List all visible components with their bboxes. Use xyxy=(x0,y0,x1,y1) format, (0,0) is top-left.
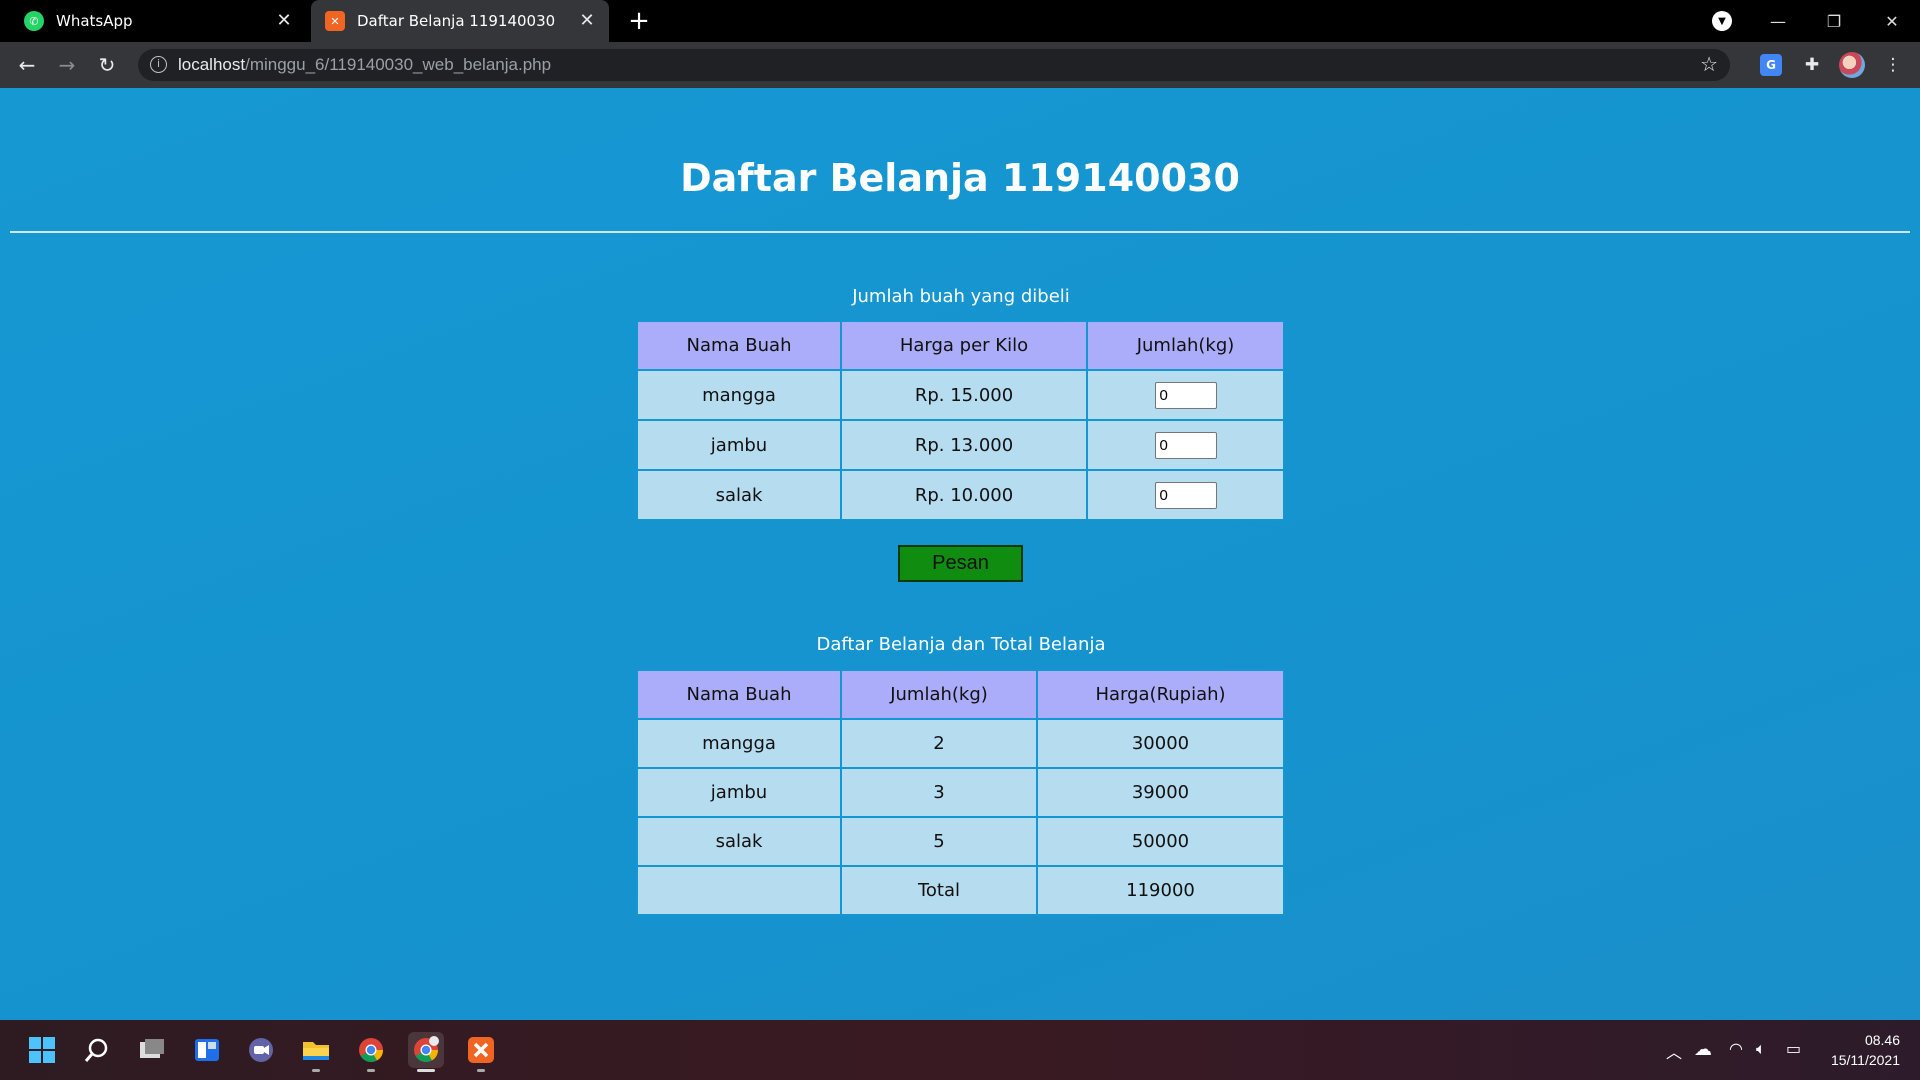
column-header: Harga(Rupiah) xyxy=(1038,671,1283,718)
avatar[interactable] xyxy=(1839,52,1865,78)
qty-input-jambu[interactable] xyxy=(1154,431,1217,459)
total-value: 119000 xyxy=(1038,867,1283,914)
fruit-name: salak xyxy=(638,471,840,519)
running-indicator xyxy=(312,1069,320,1072)
forward-button[interactable]: → xyxy=(53,51,81,79)
table-row: salak 5 50000 xyxy=(638,818,1283,865)
qty-input-salak[interactable] xyxy=(1154,481,1217,509)
wifi-icon[interactable]: ◠ xyxy=(1729,1039,1743,1058)
battery-icon[interactable]: ▭ xyxy=(1786,1039,1801,1058)
summary-caption: Daftar Belanja dan Total Belanja xyxy=(816,634,1106,655)
form-caption: Jumlah buah yang dibeli xyxy=(852,286,1070,307)
file-explorer-icon[interactable] xyxy=(298,1032,334,1072)
page-title: Daftar Belanja 119140030 xyxy=(680,156,1240,200)
teams-chat-icon[interactable] xyxy=(243,1032,279,1068)
minimize-button[interactable]: — xyxy=(1750,0,1806,42)
taskbar: ︿ ☁ ◠ 🔈︎ ▭ 08.46 15/11/2021 xyxy=(0,1020,1920,1080)
extensions-icon[interactable]: ✚ xyxy=(1799,52,1825,78)
total-row: Total 119000 xyxy=(638,867,1283,914)
time: 08.46 xyxy=(1864,1032,1900,1048)
total-label: Total xyxy=(842,867,1036,914)
table-row: jambu Rp. 13.000 xyxy=(638,421,1283,469)
tab-search-icon[interactable]: ▼ xyxy=(1712,11,1732,31)
price-per-kilo: Rp. 10.000 xyxy=(842,471,1086,519)
summary-table: Nama Buah Jumlah(kg) Harga(Rupiah) mangg… xyxy=(636,669,1285,916)
table-row: mangga 2 30000 xyxy=(638,720,1283,767)
column-header: Nama Buah xyxy=(638,322,840,369)
volume-icon[interactable]: 🔈︎ xyxy=(1756,1039,1766,1059)
whatsapp-icon: ✆ xyxy=(24,11,44,31)
price-value: 39000 xyxy=(1038,769,1283,816)
order-form-table: Nama Buah Harga per Kilo Jumlah(kg) mang… xyxy=(636,320,1285,521)
tab-daftar-belanja[interactable]: ✕ Daftar Belanja 119140030 ✕ xyxy=(311,0,609,42)
browser-toolbar: ← → ↻ i localhost/minggu_6/119140030_web… xyxy=(0,42,1920,88)
qty-value: 2 xyxy=(842,720,1036,767)
price-value: 50000 xyxy=(1038,818,1283,865)
fruit-name: mangga xyxy=(638,720,840,767)
new-tab-button[interactable]: + xyxy=(624,6,654,36)
table-row: mangga Rp. 15.000 xyxy=(638,371,1283,419)
running-indicator xyxy=(417,1069,435,1072)
price-per-kilo: Rp. 13.000 xyxy=(842,421,1086,469)
page-content: Daftar Belanja 119140030 Jumlah buah yan… xyxy=(0,88,1920,1020)
column-header: Jumlah(kg) xyxy=(842,671,1036,718)
qty-cell xyxy=(1088,371,1283,419)
table-row: jambu 3 39000 xyxy=(638,769,1283,816)
task-view-icon[interactable] xyxy=(134,1032,170,1068)
fruit-name: salak xyxy=(638,818,840,865)
widgets-icon[interactable] xyxy=(189,1032,225,1068)
column-header: Nama Buah xyxy=(638,671,840,718)
tab-title: WhatsApp xyxy=(56,12,133,30)
address-bar[interactable]: i localhost/minggu_6/119140030_web_belan… xyxy=(138,49,1730,81)
menu-icon[interactable]: ⋮ xyxy=(1880,52,1906,78)
qty-cell xyxy=(1088,471,1283,519)
qty-input-mangga[interactable] xyxy=(1154,381,1217,409)
reload-button[interactable]: ↻ xyxy=(93,51,121,79)
empty-cell xyxy=(638,867,840,914)
running-indicator xyxy=(477,1069,485,1072)
column-header: Jumlah(kg) xyxy=(1088,322,1283,369)
onedrive-cloud-icon[interactable]: ☁ xyxy=(1694,1039,1712,1060)
price-value: 30000 xyxy=(1038,720,1283,767)
search-icon[interactable] xyxy=(79,1032,115,1068)
fruit-name: jambu xyxy=(638,769,840,816)
qty-value: 5 xyxy=(842,818,1036,865)
windows-start-icon[interactable] xyxy=(24,1032,60,1068)
browser-tab-bar: ✆ WhatsApp ✕ ✕ Daftar Belanja 119140030 … xyxy=(0,0,1920,42)
tab-title: Daftar Belanja 119140030 xyxy=(357,12,556,30)
fruit-name: jambu xyxy=(638,421,840,469)
price-per-kilo: Rp. 15.000 xyxy=(842,371,1086,419)
close-icon[interactable]: ✕ xyxy=(577,10,597,31)
show-hidden-icons-icon[interactable]: ︿ xyxy=(1666,1039,1682,1063)
qty-cell xyxy=(1088,421,1283,469)
pesan-button[interactable]: Pesan xyxy=(898,545,1023,582)
close-icon[interactable]: ✕ xyxy=(274,10,294,31)
chrome-profile-icon[interactable] xyxy=(408,1032,444,1072)
qty-value: 3 xyxy=(842,769,1036,816)
restore-button[interactable]: ❐ xyxy=(1806,0,1862,42)
running-indicator xyxy=(367,1069,375,1072)
url-text: localhost/minggu_6/119140030_web_belanja… xyxy=(178,55,552,74)
chrome-icon[interactable] xyxy=(353,1032,389,1072)
translate-extension-icon[interactable]: G xyxy=(1760,54,1782,76)
xampp-icon[interactable] xyxy=(463,1032,499,1072)
divider xyxy=(10,231,1910,233)
table-row: salak Rp. 10.000 xyxy=(638,471,1283,519)
xampp-icon: ✕ xyxy=(325,11,345,31)
clock[interactable]: 08.46 15/11/2021 xyxy=(1831,1030,1900,1070)
bookmark-star-icon[interactable]: ☆ xyxy=(1700,52,1718,76)
back-button[interactable]: ← xyxy=(13,51,41,79)
tab-whatsapp[interactable]: ✆ WhatsApp ✕ xyxy=(0,0,306,42)
column-header: Harga per Kilo xyxy=(842,322,1086,369)
info-icon[interactable]: i xyxy=(150,56,167,73)
close-window-button[interactable]: ✕ xyxy=(1864,0,1920,42)
date: 15/11/2021 xyxy=(1830,1052,1900,1068)
fruit-name: mangga xyxy=(638,371,840,419)
